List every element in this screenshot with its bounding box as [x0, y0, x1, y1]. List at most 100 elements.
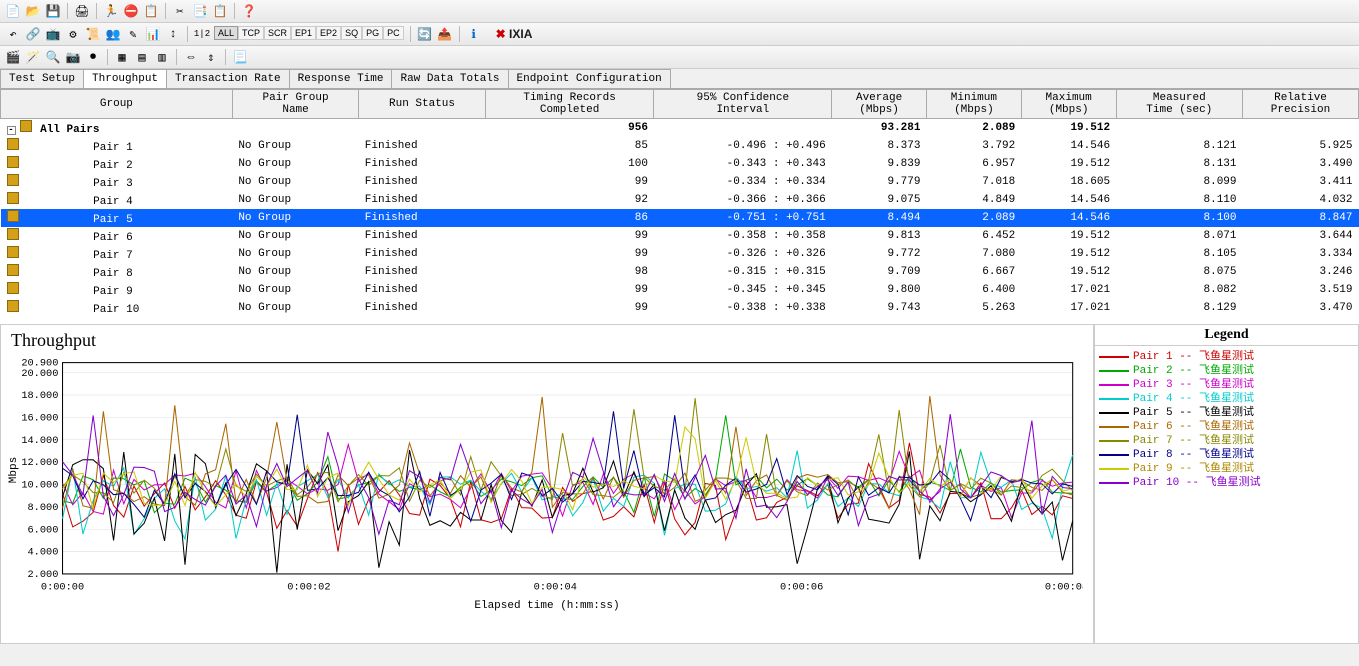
- throughput-chart[interactable]: 2.0004.0006.0008.00010.00012.00014.00016…: [11, 356, 1083, 596]
- legend-line-icon: [1099, 412, 1129, 414]
- group-icon[interactable]: 📊: [145, 26, 161, 42]
- legend-title: Legend: [1095, 325, 1358, 346]
- separator: [187, 26, 188, 42]
- column-header[interactable]: Relative Precision: [1243, 90, 1359, 119]
- movie-icon[interactable]: 🎬: [5, 49, 21, 65]
- camera-icon[interactable]: 📷: [65, 49, 81, 65]
- legend-line-icon: [1099, 384, 1129, 386]
- column-header[interactable]: Average (Mbps): [832, 90, 927, 119]
- cut-icon[interactable]: ✂: [172, 3, 188, 19]
- page-icon[interactable]: 📃: [232, 49, 248, 65]
- table-row[interactable]: Pair 6No GroupFinished99-0.358 : +0.3589…: [1, 227, 1359, 245]
- collapse-icon[interactable]: -: [7, 126, 16, 135]
- legend-item[interactable]: Pair 3 -- 飞鱼星测试: [1099, 378, 1354, 392]
- legend-line-icon: [1099, 398, 1129, 400]
- zoom-icon[interactable]: 🔍: [45, 49, 61, 65]
- copy-icon[interactable]: 📑: [192, 3, 208, 19]
- column-header[interactable]: Maximum (Mbps): [1021, 90, 1116, 119]
- column-header[interactable]: 95% Confidence Interval: [654, 90, 832, 119]
- refresh-icon[interactable]: 🔄: [417, 26, 433, 42]
- column-header[interactable]: Pair Group Name: [232, 90, 358, 119]
- legend-item[interactable]: Pair 1 -- 飞鱼星测试: [1099, 350, 1354, 364]
- table-row[interactable]: Pair 5No GroupFinished86-0.751 : +0.7518…: [1, 209, 1359, 227]
- filter-ep1[interactable]: EP1: [291, 26, 316, 40]
- filter-scr[interactable]: SCR: [264, 26, 291, 40]
- collapse-icon[interactable]: ⇕: [203, 49, 219, 65]
- separator: [410, 26, 411, 42]
- tab-response-time[interactable]: Response Time: [289, 69, 393, 88]
- chain-icon[interactable]: 🔗: [25, 26, 41, 42]
- pair-icon: [7, 264, 19, 276]
- results-table-container: GroupPair Group NameRun StatusTiming Rec…: [0, 89, 1359, 324]
- grid-icon[interactable]: ▦: [114, 49, 130, 65]
- tab-test-setup[interactable]: Test Setup: [0, 69, 84, 88]
- wand-icon[interactable]: 🪄: [25, 49, 41, 65]
- filter-all[interactable]: ALL: [214, 26, 238, 40]
- filter-pg[interactable]: PG: [362, 26, 383, 40]
- results-table: GroupPair Group NameRun StatusTiming Rec…: [0, 89, 1359, 317]
- run-icon[interactable]: 🏃: [103, 3, 119, 19]
- edit-icon[interactable]: ✎: [125, 26, 141, 42]
- svg-text:16.000: 16.000: [21, 412, 58, 424]
- new-icon[interactable]: 📄: [5, 3, 21, 19]
- undo-icon[interactable]: ↶: [5, 26, 21, 42]
- pair-icon[interactable]: 👥: [105, 26, 121, 42]
- column-header[interactable]: Run Status: [359, 90, 485, 119]
- legend-item[interactable]: Pair 6 -- 飞鱼星测试: [1099, 420, 1354, 434]
- legend-item[interactable]: Pair 7 -- 飞鱼星测试: [1099, 434, 1354, 448]
- table-row[interactable]: Pair 7No GroupFinished99-0.326 : +0.3269…: [1, 245, 1359, 263]
- pair-icon: [7, 228, 19, 240]
- table-row[interactable]: Pair 9No GroupFinished99-0.345 : +0.3459…: [1, 281, 1359, 299]
- table-row[interactable]: Pair 2No GroupFinished100-0.343 : +0.343…: [1, 155, 1359, 173]
- column-header[interactable]: Group: [1, 90, 233, 119]
- record-icon[interactable]: ⏺: [85, 49, 101, 65]
- save-icon[interactable]: 💾: [45, 3, 61, 19]
- help-icon[interactable]: ❓: [241, 3, 257, 19]
- paste-icon[interactable]: 📋: [212, 3, 228, 19]
- info-icon[interactable]: ℹ: [466, 26, 482, 42]
- legend-item[interactable]: Pair 8 -- 飞鱼星测试: [1099, 448, 1354, 462]
- legend-item[interactable]: Pair 10 -- 飞鱼星测试: [1099, 476, 1354, 490]
- column-header[interactable]: Measured Time (sec): [1116, 90, 1242, 119]
- legend-item[interactable]: Pair 5 -- 飞鱼星测试: [1099, 406, 1354, 420]
- separator: [459, 26, 460, 42]
- summary-row[interactable]: - All Pairs95693.2812.08919.512: [1, 119, 1359, 138]
- number-icon[interactable]: 1|2: [194, 26, 210, 42]
- print-icon[interactable]: 🖨: [74, 3, 90, 19]
- chart-area: Throughput Mbps 2.0004.0006.0008.00010.0…: [0, 324, 1359, 644]
- table-row[interactable]: Pair 10No GroupFinished99-0.338 : +0.338…: [1, 299, 1359, 317]
- sort-icon[interactable]: ↕: [165, 26, 181, 42]
- filter-sq[interactable]: SQ: [341, 26, 362, 40]
- legend-item[interactable]: Pair 9 -- 飞鱼星测试: [1099, 462, 1354, 476]
- column-header[interactable]: Minimum (Mbps): [926, 90, 1021, 119]
- config-icon[interactable]: ⚙: [65, 26, 81, 42]
- filter-pc[interactable]: PC: [383, 26, 404, 40]
- tab-raw-data-totals[interactable]: Raw Data Totals: [391, 69, 508, 88]
- layout2-icon[interactable]: ▥: [154, 49, 170, 65]
- open-icon[interactable]: 📂: [25, 3, 41, 19]
- svg-text:8.000: 8.000: [28, 502, 59, 514]
- column-header[interactable]: Timing Records Completed: [485, 90, 654, 119]
- tab-endpoint-configuration[interactable]: Endpoint Configuration: [508, 69, 671, 88]
- expand-icon[interactable]: ⇔: [183, 49, 199, 65]
- layout1-icon[interactable]: ▤: [134, 49, 150, 65]
- filter-ep2[interactable]: EP2: [316, 26, 341, 40]
- filter-tcp[interactable]: TCP: [238, 26, 264, 40]
- legend-item[interactable]: Pair 4 -- 飞鱼星测试: [1099, 392, 1354, 406]
- chart-title: Throughput: [11, 330, 1083, 351]
- tab-throughput[interactable]: Throughput: [83, 69, 167, 88]
- table-row[interactable]: Pair 3No GroupFinished99-0.334 : +0.3349…: [1, 173, 1359, 191]
- script-icon[interactable]: 📜: [85, 26, 101, 42]
- tab-transaction-rate[interactable]: Transaction Rate: [166, 69, 290, 88]
- table-row[interactable]: Pair 1No GroupFinished85-0.496 : +0.4968…: [1, 137, 1359, 155]
- export-icon[interactable]: 📤: [437, 26, 453, 42]
- table-row[interactable]: Pair 8No GroupFinished98-0.315 : +0.3159…: [1, 263, 1359, 281]
- separator: [225, 49, 226, 65]
- legend-item[interactable]: Pair 2 -- 飞鱼星测试: [1099, 364, 1354, 378]
- tv-icon[interactable]: 📺: [45, 26, 61, 42]
- legend-items: Pair 1 -- 飞鱼星测试Pair 2 -- 飞鱼星测试Pair 3 -- …: [1095, 346, 1358, 494]
- pair-icon: [7, 210, 19, 222]
- clear-icon[interactable]: 📋: [143, 3, 159, 19]
- table-row[interactable]: Pair 4No GroupFinished92-0.366 : +0.3669…: [1, 191, 1359, 209]
- stop-icon[interactable]: ⛔: [123, 3, 139, 19]
